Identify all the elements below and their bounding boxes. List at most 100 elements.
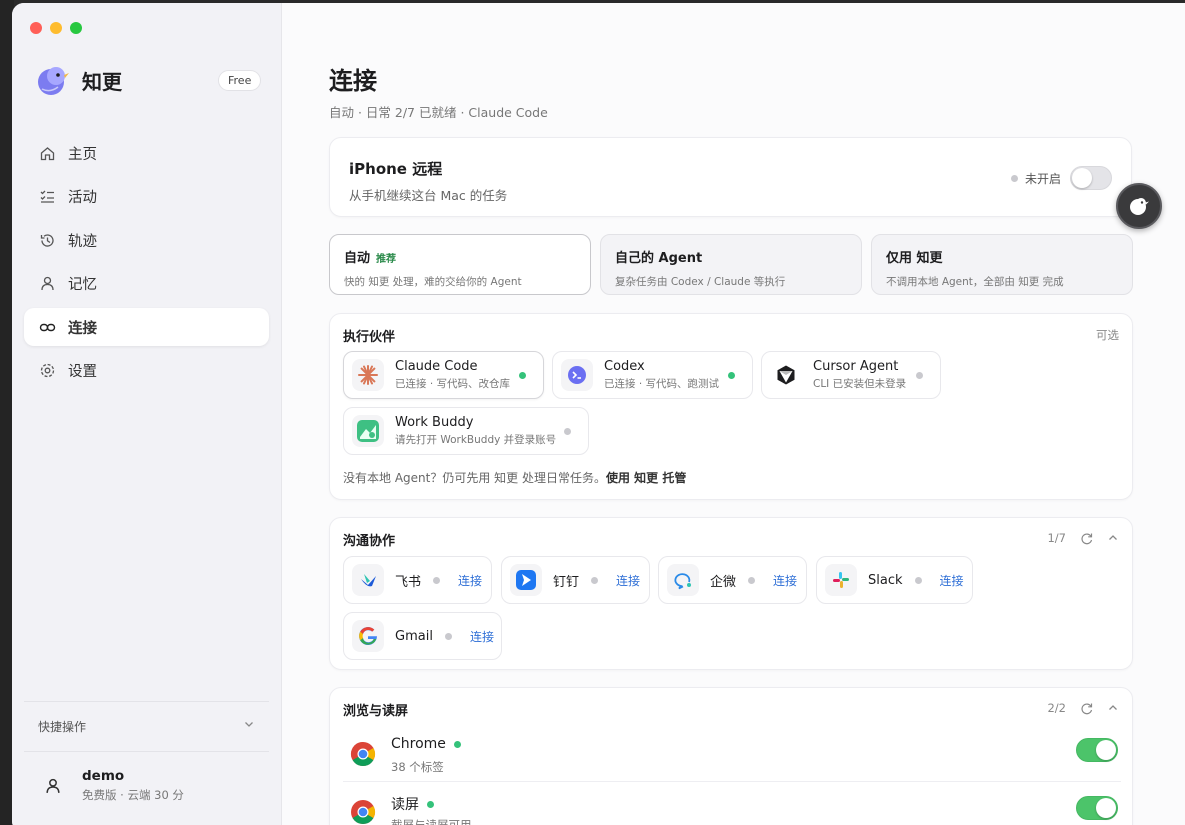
- remote-title: iPhone 远程: [349, 160, 443, 178]
- connect-button[interactable]: 连接: [773, 572, 797, 589]
- sidebar-item-label: 活动: [68, 190, 97, 206]
- mode-title: 仅用 知更: [886, 251, 943, 266]
- browse-item-name: 读屏: [391, 797, 419, 813]
- list-icon: [40, 190, 54, 203]
- integration-dingtalk: 钉钉 连接: [501, 556, 650, 604]
- sidebar-item-label: 主页: [68, 146, 97, 163]
- dingtalk-icon: [510, 564, 542, 596]
- minimize-window-button[interactable]: [50, 22, 62, 34]
- agent-work-buddy[interactable]: Work Buddy 请先打开 WorkBuddy 并登录账号: [343, 407, 589, 455]
- sidebar-item-activity[interactable]: 活动: [24, 178, 269, 216]
- status-dot: [591, 576, 599, 584]
- integration-name: Slack: [868, 572, 903, 588]
- section-title: 浏览与读屏: [343, 704, 409, 719]
- refresh-icon[interactable]: [1080, 532, 1093, 545]
- page-title: 连接: [329, 67, 377, 95]
- bird-logo-icon: [38, 67, 69, 95]
- status-dot: [1010, 175, 1018, 182]
- close-window-button[interactable]: [30, 22, 42, 34]
- mode-title: 自己的 Agent: [615, 251, 703, 266]
- quick-actions-label: 快捷操作: [38, 720, 87, 734]
- mode-auto[interactable]: 自动 推荐 快的 知更 处理，难的交给你的 Agent: [329, 234, 591, 295]
- chevron-up-icon[interactable]: [1107, 702, 1119, 714]
- sidebar-nav: 主页 活动 轨迹 记忆 连接 设置: [24, 134, 269, 395]
- sidebar-item-memory[interactable]: 记忆: [24, 265, 269, 303]
- browse-row-screen-reader: 读屏 截屏与读屏可用: [343, 788, 1121, 825]
- chrome-icon: [347, 796, 379, 825]
- link-icon: [39, 323, 56, 331]
- sidebar-item-connections[interactable]: 连接: [24, 308, 269, 346]
- remote-subtitle: 从手机继续这台 Mac 的任务: [349, 188, 508, 203]
- slack-icon: [825, 564, 857, 596]
- brand: 知更: [36, 63, 122, 97]
- agent-status: 已连接 · 写代码、跑测试: [604, 378, 720, 390]
- google-icon: [352, 620, 384, 652]
- sidebar-item-settings[interactable]: 设置: [24, 352, 269, 390]
- section-title: 沟通协作: [343, 534, 396, 549]
- connect-button[interactable]: 连接: [616, 572, 640, 589]
- chevron-up-icon[interactable]: [1107, 532, 1119, 544]
- browse-item-status: 截屏与读屏可用: [391, 818, 472, 825]
- status-dot: [519, 372, 526, 379]
- claude-icon: [352, 359, 384, 391]
- remote-toggle[interactable]: [1070, 166, 1112, 190]
- status-dot: [728, 372, 735, 379]
- integration-name: Gmail: [395, 628, 433, 644]
- connect-button[interactable]: 连接: [940, 572, 964, 589]
- user-profile[interactable]: demo 免费版 · 云端 30 分: [24, 751, 269, 819]
- page-subtitle: 自动 · 日常 2/7 已就绪 · Claude Code: [329, 105, 548, 120]
- work-buddy-icon: [352, 415, 384, 447]
- zoom-window-button[interactable]: [70, 22, 82, 34]
- connect-button[interactable]: 连接: [458, 572, 482, 589]
- recommended-badge: 推荐: [376, 254, 397, 265]
- agent-codex[interactable]: Codex 已连接 · 写代码、跑测试: [552, 351, 753, 399]
- status-dot: [916, 372, 923, 379]
- integration-wecom: 企微 连接: [658, 556, 807, 604]
- integration-name: 飞书: [395, 574, 422, 590]
- agent-cursor[interactable]: Cursor Agent CLI 已安装但未登录: [761, 351, 941, 399]
- status-dot: [914, 576, 922, 584]
- cursor-icon: [770, 359, 802, 391]
- use-managed-link[interactable]: 使用 知更 托管: [606, 471, 686, 485]
- chrome-toggle[interactable]: [1076, 738, 1118, 762]
- refresh-icon[interactable]: [1080, 702, 1093, 715]
- agent-status: 请先打开 WorkBuddy 并登录账号: [395, 434, 557, 446]
- bird-icon: [1130, 198, 1149, 215]
- agent-name: Work Buddy: [395, 415, 474, 430]
- agent-status: CLI 已安装但未登录: [813, 378, 907, 390]
- iphone-remote-card: iPhone 远程 从手机继续这台 Mac 的任务 未开启: [329, 137, 1132, 217]
- gear-icon: [40, 363, 55, 378]
- status-dot: [748, 576, 756, 584]
- user-name: demo: [82, 768, 125, 784]
- status-dot: [433, 576, 441, 584]
- sidebar-item-home[interactable]: 主页: [24, 134, 269, 172]
- person-icon: [46, 778, 60, 793]
- agent-claude-code[interactable]: Claude Code 已连接 · 写代码、改仓库: [343, 351, 544, 399]
- feishu-icon: [352, 564, 384, 596]
- chevron-down-icon: [245, 722, 253, 727]
- chrome-icon: [347, 738, 379, 770]
- remote-status-label: 未开启: [1024, 172, 1061, 186]
- mode-own-agent[interactable]: 自己的 Agent 复杂任务由 Codex / Claude 等执行: [600, 234, 862, 295]
- person-icon: [41, 276, 54, 291]
- integration-gmail: Gmail 连接: [343, 612, 502, 660]
- home-icon: [40, 146, 55, 160]
- quick-actions-toggle[interactable]: 快捷操作: [24, 701, 269, 751]
- mode-only-app[interactable]: 仅用 知更 不调用本地 Agent，全部由 知更 完成: [871, 234, 1133, 295]
- integration-name: 钉钉: [553, 574, 580, 590]
- sidebar-item-label: 记忆: [68, 277, 97, 293]
- section-controls: 1/7: [1047, 531, 1119, 545]
- mode-description: 复杂任务由 Codex / Claude 等执行: [615, 276, 786, 288]
- user-plan: 免费版 · 云端 30 分: [82, 788, 184, 802]
- floating-assistant-button[interactable]: [1116, 183, 1162, 229]
- browse-item-name: Chrome: [391, 736, 446, 752]
- sidebar-item-history[interactable]: 轨迹: [24, 221, 269, 259]
- agents-note-text: 没有本地 Agent？仍可先用 知更 处理日常任务。: [343, 471, 606, 485]
- screen-reader-toggle[interactable]: [1076, 796, 1118, 820]
- browse-item-status: 38 个标签: [391, 760, 444, 774]
- mode-description: 不调用本地 Agent，全部由 知更 完成: [886, 276, 1064, 288]
- connect-button[interactable]: 连接: [470, 628, 494, 645]
- agents-section: 执行伙伴 可选 Claude Code 已连接 · 写代码、改仓库 Codex: [329, 313, 1133, 500]
- agent-name: Codex: [604, 359, 645, 374]
- avatar: [38, 771, 68, 801]
